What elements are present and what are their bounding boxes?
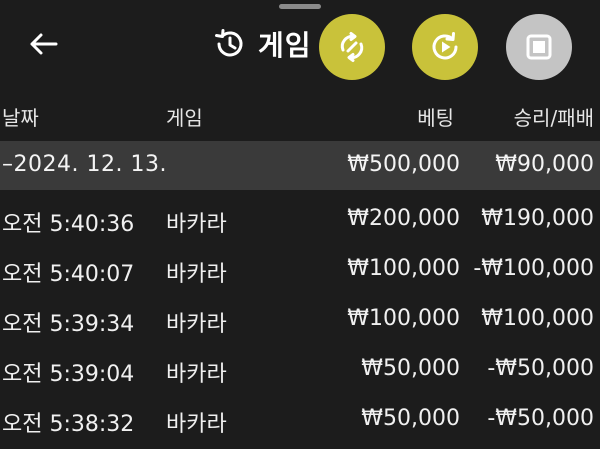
row-result: ₩190,000 [481, 206, 594, 231]
arrow-left-icon [30, 33, 58, 55]
stop-button[interactable] [506, 14, 572, 80]
row-time: 오전 5:39:04 [2, 362, 135, 387]
row-bet: ₩100,000 [347, 256, 460, 281]
column-date[interactable]: 날짜 [2, 102, 39, 131]
row-bet: ₩50,000 [361, 406, 460, 431]
row-result: -₩100,000 [473, 256, 594, 281]
column-result[interactable]: 승리/패배 [514, 102, 594, 131]
row-time: 오전 5:40:07 [2, 262, 135, 287]
back-button[interactable] [22, 26, 64, 62]
group-bet-total: ₩500,000 [347, 152, 460, 177]
column-bet[interactable]: 베팅 [417, 102, 454, 131]
replay-play-icon [432, 32, 458, 60]
game-history-screen: 게임 날짜 게임 베팅 승리/패배 –2024. 12. 13. ₩500,00… [0, 0, 600, 449]
row-game: 바카라 [166, 262, 227, 287]
row-game: 바카라 [166, 362, 227, 387]
row-result: -₩50,000 [487, 406, 594, 431]
history-list: 오전 5:40:36 바카라 ₩200,000 ₩190,000 오전 5:40… [0, 194, 600, 444]
row-time: 오전 5:40:36 [2, 212, 135, 237]
header-bar: 게임 [0, 0, 600, 88]
row-bet: ₩200,000 [347, 206, 460, 231]
column-game[interactable]: 게임 [166, 102, 203, 131]
table-row[interactable]: 오전 5:39:34 바카라 ₩100,000 ₩100,000 [0, 294, 600, 344]
sync-link-icon [340, 32, 364, 62]
table-header: 날짜 게임 베팅 승리/패배 [0, 92, 600, 136]
table-row[interactable]: 오전 5:38:32 바카라 ₩50,000 -₩50,000 [0, 394, 600, 444]
row-result: ₩100,000 [481, 306, 594, 331]
table-row[interactable]: 오전 5:40:36 바카라 ₩200,000 ₩190,000 [0, 194, 600, 244]
table-row[interactable]: 오전 5:39:04 바카라 ₩50,000 -₩50,000 [0, 344, 600, 394]
row-time: 오전 5:38:32 [2, 412, 135, 437]
table-row[interactable]: 오전 5:40:07 바카라 ₩100,000 -₩100,000 [0, 244, 600, 294]
title-group: 게임 [212, 24, 312, 64]
group-date: –2024. 12. 13. [2, 152, 167, 177]
row-game: 바카라 [166, 212, 227, 237]
group-result-total: ₩90,000 [495, 152, 594, 177]
stop-square-icon [526, 34, 552, 60]
replay-button[interactable] [412, 14, 478, 80]
row-bet: ₩100,000 [347, 306, 460, 331]
row-game: 바카라 [166, 412, 227, 437]
date-group-row[interactable]: –2024. 12. 13. ₩500,000 ₩90,000 [0, 141, 600, 190]
row-time: 오전 5:39:34 [2, 312, 135, 337]
row-result: -₩50,000 [487, 356, 594, 381]
row-game: 바카라 [166, 312, 227, 337]
history-icon [215, 29, 243, 57]
page-title: 게임 [258, 29, 312, 62]
row-bet: ₩50,000 [361, 356, 460, 381]
sync-button[interactable] [319, 14, 385, 80]
